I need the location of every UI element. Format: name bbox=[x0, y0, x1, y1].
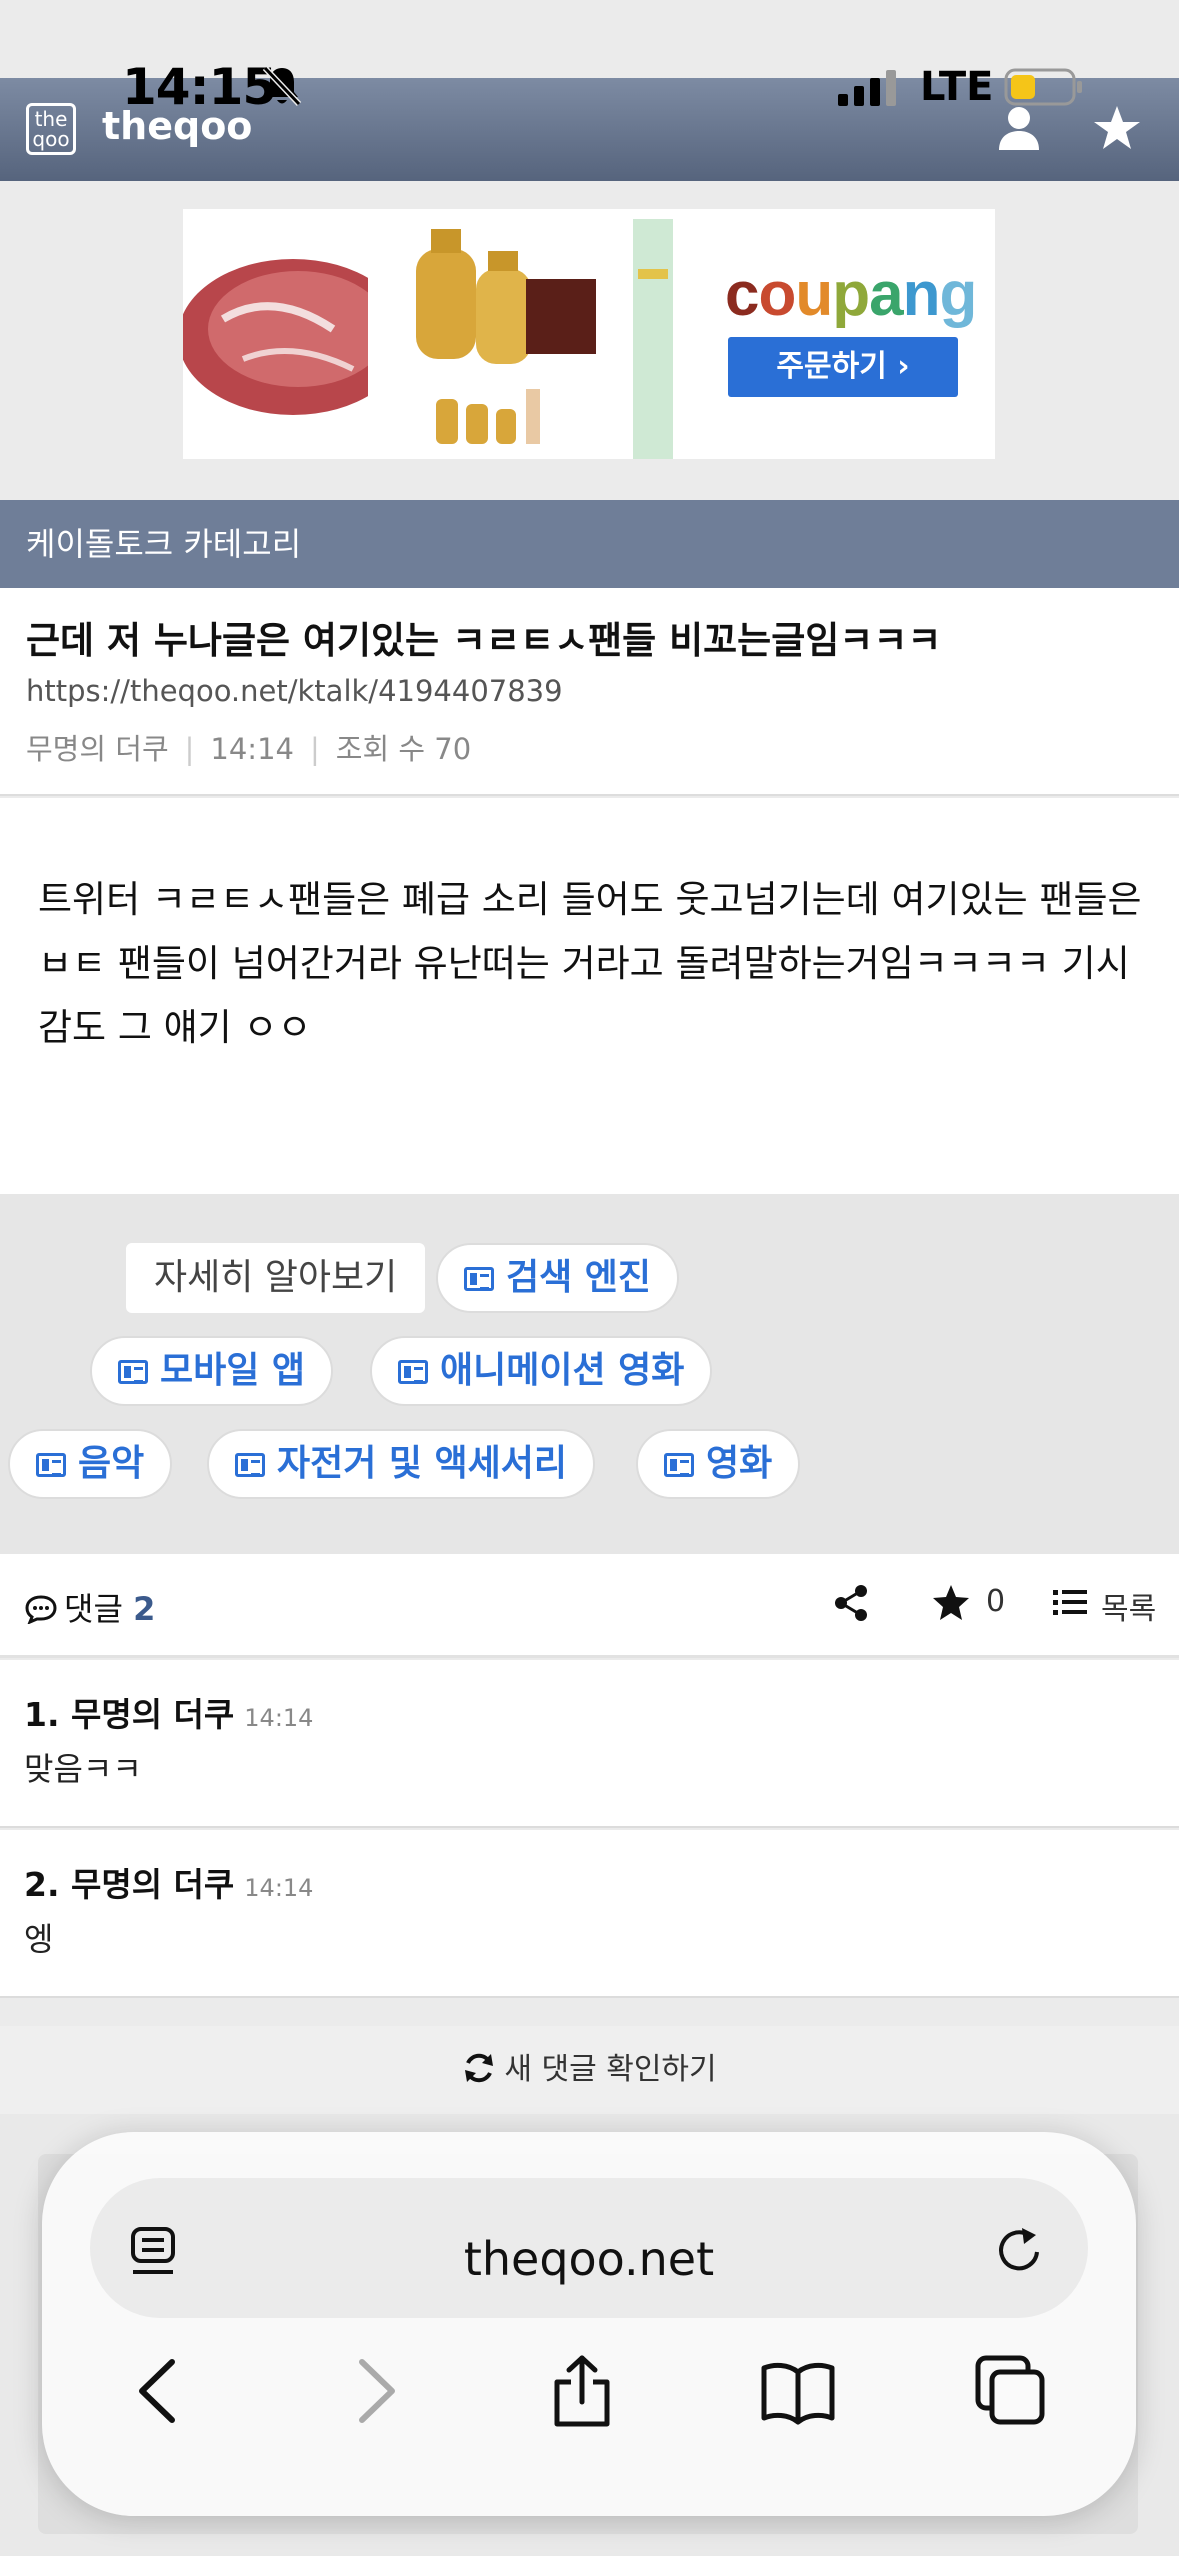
comment-count-label: 댓글 2 bbox=[24, 1584, 155, 1630]
star-count: 0 bbox=[986, 1584, 1006, 1619]
share-icon[interactable] bbox=[832, 1584, 870, 1622]
ad-order-button[interactable]: 주문하기 › bbox=[728, 337, 958, 397]
article-meta: 무명의 더쿠 | 14:14 | 조회 수 70 bbox=[26, 726, 471, 768]
tube-product-image bbox=[623, 209, 693, 459]
article-views: 조회 수 70 bbox=[335, 732, 472, 766]
article-time: 14:14 bbox=[210, 732, 294, 766]
site-logo[interactable]: the qoo bbox=[26, 103, 76, 155]
forward-icon[interactable] bbox=[354, 2354, 400, 2428]
category-bar[interactable]: 케이돌토크 카테고리 bbox=[0, 500, 1179, 588]
comment-text: 맞음ㅋㅋ bbox=[24, 1750, 142, 1788]
logo-text-top: the bbox=[34, 107, 68, 131]
comment-item: 2. 무명의 더쿠 14:14 엥 bbox=[0, 1830, 1179, 1998]
browser-toolbar: theqoo.net bbox=[42, 2132, 1136, 2516]
article-author: 무명의 더쿠 bbox=[26, 732, 169, 766]
ad-banner[interactable]: coupang 주문하기 › bbox=[183, 209, 995, 459]
list-button[interactable]: 목록 bbox=[1101, 1584, 1156, 1628]
comment-icon bbox=[25, 1595, 57, 1625]
site-name[interactable]: theqoo bbox=[102, 104, 252, 148]
tag-chip[interactable]: 자전거 및 액세서리 bbox=[207, 1429, 596, 1499]
cosmetics-product-image bbox=[376, 209, 606, 459]
battery-icon bbox=[1004, 68, 1082, 106]
bookmarks-icon[interactable] bbox=[760, 2354, 836, 2428]
comment-item: 1. 무명의 더쿠 14:14 맞음ㅋㅋ bbox=[0, 1660, 1179, 1828]
address-text[interactable]: theqoo.net bbox=[42, 2232, 1136, 2286]
comment-label: 댓글 bbox=[64, 1590, 123, 1628]
article-icon bbox=[235, 1453, 265, 1477]
back-icon[interactable] bbox=[134, 2354, 180, 2428]
comment-count: 2 bbox=[133, 1590, 156, 1628]
star-icon[interactable] bbox=[932, 1584, 970, 1622]
article-icon bbox=[398, 1360, 428, 1384]
article-title: 근데 저 누나글은 여기있는 ㅋㄹㅌㅅ팬들 비꼬는글임ㅋㅋㅋ bbox=[26, 619, 942, 662]
comment-toolbar: 댓글 2 0 목록 bbox=[0, 1554, 1179, 1658]
logo-text-bottom: qoo bbox=[32, 127, 70, 151]
comment-time: 14:14 bbox=[244, 1704, 314, 1732]
meta-separator: | bbox=[184, 732, 195, 766]
comment-author: 1. 무명의 더쿠 14:14 bbox=[24, 1695, 314, 1734]
tag-chip[interactable]: 모바일 앱 bbox=[90, 1336, 334, 1406]
tag-chip[interactable]: 음악 bbox=[8, 1429, 173, 1499]
tag-chip[interactable]: 검색 엔진 bbox=[436, 1243, 680, 1313]
learn-more-chip[interactable]: 자세히 알아보기 bbox=[126, 1243, 426, 1313]
article-text: 트위터 ㅋㄹㅌㅅ팬들은 폐급 소리 들어도 웃고넘기는데 여기있는 팬들은 ㅂㅌ… bbox=[38, 878, 1142, 1049]
cell-signal-icon bbox=[838, 70, 896, 106]
comment-author: 2. 무명의 더쿠 14:14 bbox=[24, 1865, 314, 1904]
related-tags: 자세히 알아보기 검색 엔진 모바일 앱 애니메이션 영화 음악 자전거 및 액… bbox=[0, 1194, 1179, 1554]
coupang-logo: coupang bbox=[725, 260, 977, 329]
reload-icon[interactable] bbox=[994, 2222, 1044, 2276]
star-icon[interactable] bbox=[1092, 104, 1142, 152]
comment-time: 14:14 bbox=[244, 1874, 314, 1902]
article-icon bbox=[664, 1453, 694, 1477]
bell-muted-icon bbox=[262, 65, 302, 107]
tag-chip[interactable]: 영화 bbox=[636, 1429, 801, 1499]
refresh-icon bbox=[465, 2053, 494, 2083]
tag-chip[interactable]: 애니메이션 영화 bbox=[370, 1336, 713, 1406]
article-url[interactable]: https://theqoo.net/ktalk/4194407839 bbox=[26, 674, 563, 708]
meta-separator: | bbox=[309, 732, 320, 766]
user-icon[interactable] bbox=[995, 104, 1043, 152]
article-body: 트위터 ㅋㄹㅌㅅ팬들은 폐급 소리 들어도 웃고넘기는데 여기있는 팬들은 ㅂㅌ… bbox=[0, 798, 1179, 1194]
list-icon[interactable] bbox=[1053, 1588, 1087, 1618]
new-comments-label: 새 댓글 확인하기 bbox=[504, 2052, 717, 2087]
share-sheet-icon[interactable] bbox=[549, 2354, 615, 2428]
meat-product-image bbox=[183, 209, 368, 459]
tabs-icon[interactable] bbox=[974, 2354, 1046, 2428]
check-new-comments-button[interactable]: 새 댓글 확인하기 bbox=[0, 2026, 1179, 2114]
network-type: LTE bbox=[920, 64, 994, 110]
comment-text: 엥 bbox=[24, 1920, 54, 1958]
article-header: 근데 저 누나글은 여기있는 ㅋㄹㅌㅅ팬들 비꼬는글임ㅋㅋㅋ https://t… bbox=[0, 588, 1179, 796]
article-icon bbox=[118, 1360, 148, 1384]
article-icon bbox=[464, 1267, 494, 1291]
article-icon bbox=[36, 1453, 66, 1477]
